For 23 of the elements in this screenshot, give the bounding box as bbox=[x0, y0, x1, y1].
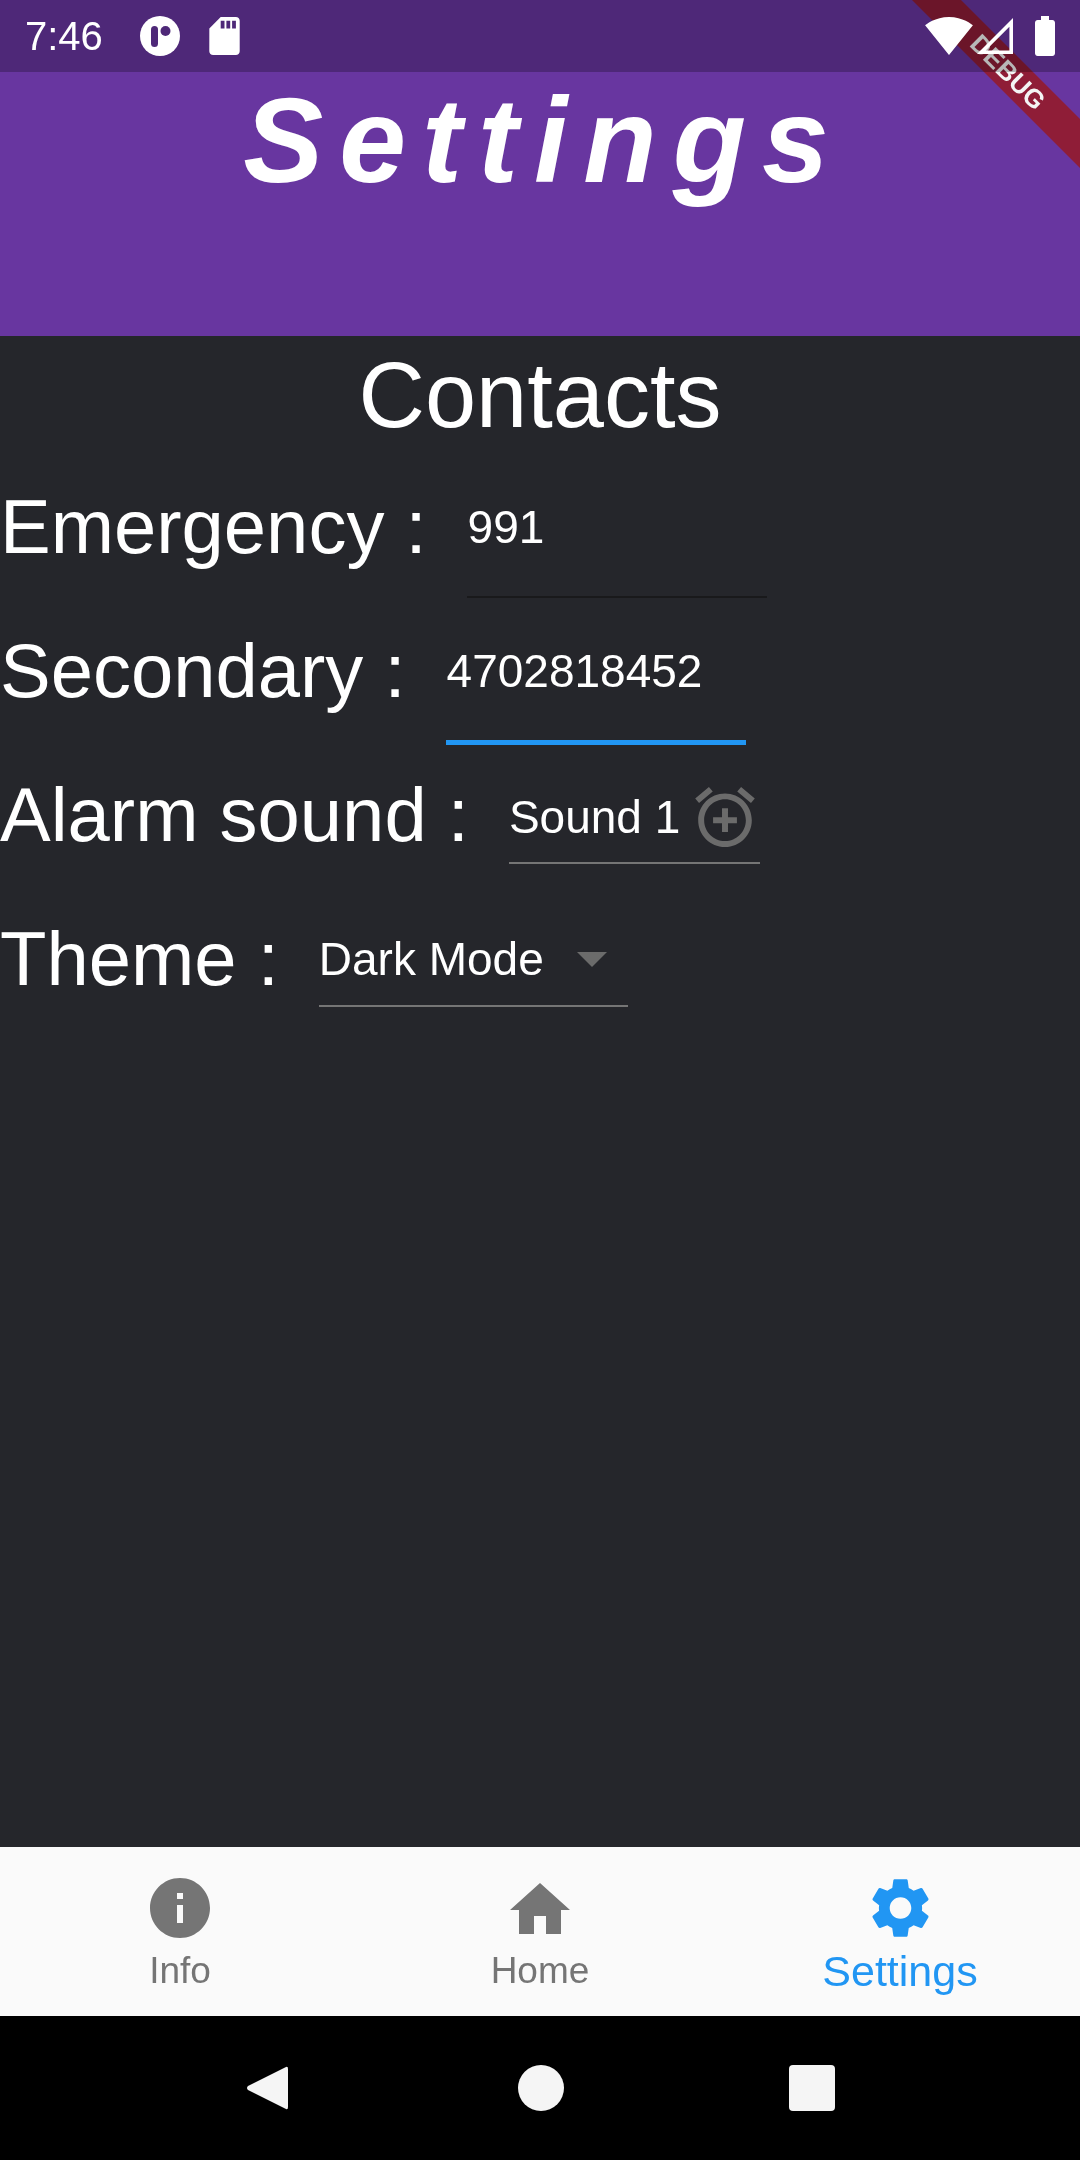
back-icon[interactable] bbox=[245, 2065, 288, 2111]
field-label: Alarm sound : bbox=[0, 771, 469, 859]
status-time: 7:46 bbox=[25, 13, 103, 60]
section-heading: Contacts bbox=[358, 345, 722, 445]
theme-dropdown[interactable]: Dark Mode bbox=[318, 931, 628, 1007]
app-title: Settings bbox=[242, 72, 846, 208]
caret-icon bbox=[576, 951, 607, 967]
sound-picker[interactable]: Sound 1 bbox=[508, 787, 761, 864]
field-label: Secondary : bbox=[0, 627, 406, 715]
nav-tab[interactable]: Info bbox=[0, 1847, 360, 2016]
field-label: Emergency : bbox=[0, 483, 427, 571]
field-label: Theme : bbox=[0, 915, 279, 1003]
nav-tab[interactable]: Home bbox=[360, 1847, 720, 2016]
recents-icon[interactable] bbox=[788, 2065, 835, 2111]
home-icon bbox=[510, 1883, 570, 1934]
text-field[interactable]: 4702818452 bbox=[445, 643, 746, 745]
info-icon bbox=[150, 1878, 210, 1938]
text-field[interactable]: 991 bbox=[466, 499, 767, 598]
circle-logo-icon bbox=[139, 16, 180, 56]
alarm-add-icon[interactable] bbox=[695, 787, 756, 847]
settings-icon bbox=[871, 1878, 929, 1938]
home-button-icon[interactable] bbox=[517, 2065, 564, 2111]
sd-card-icon bbox=[208, 17, 240, 55]
